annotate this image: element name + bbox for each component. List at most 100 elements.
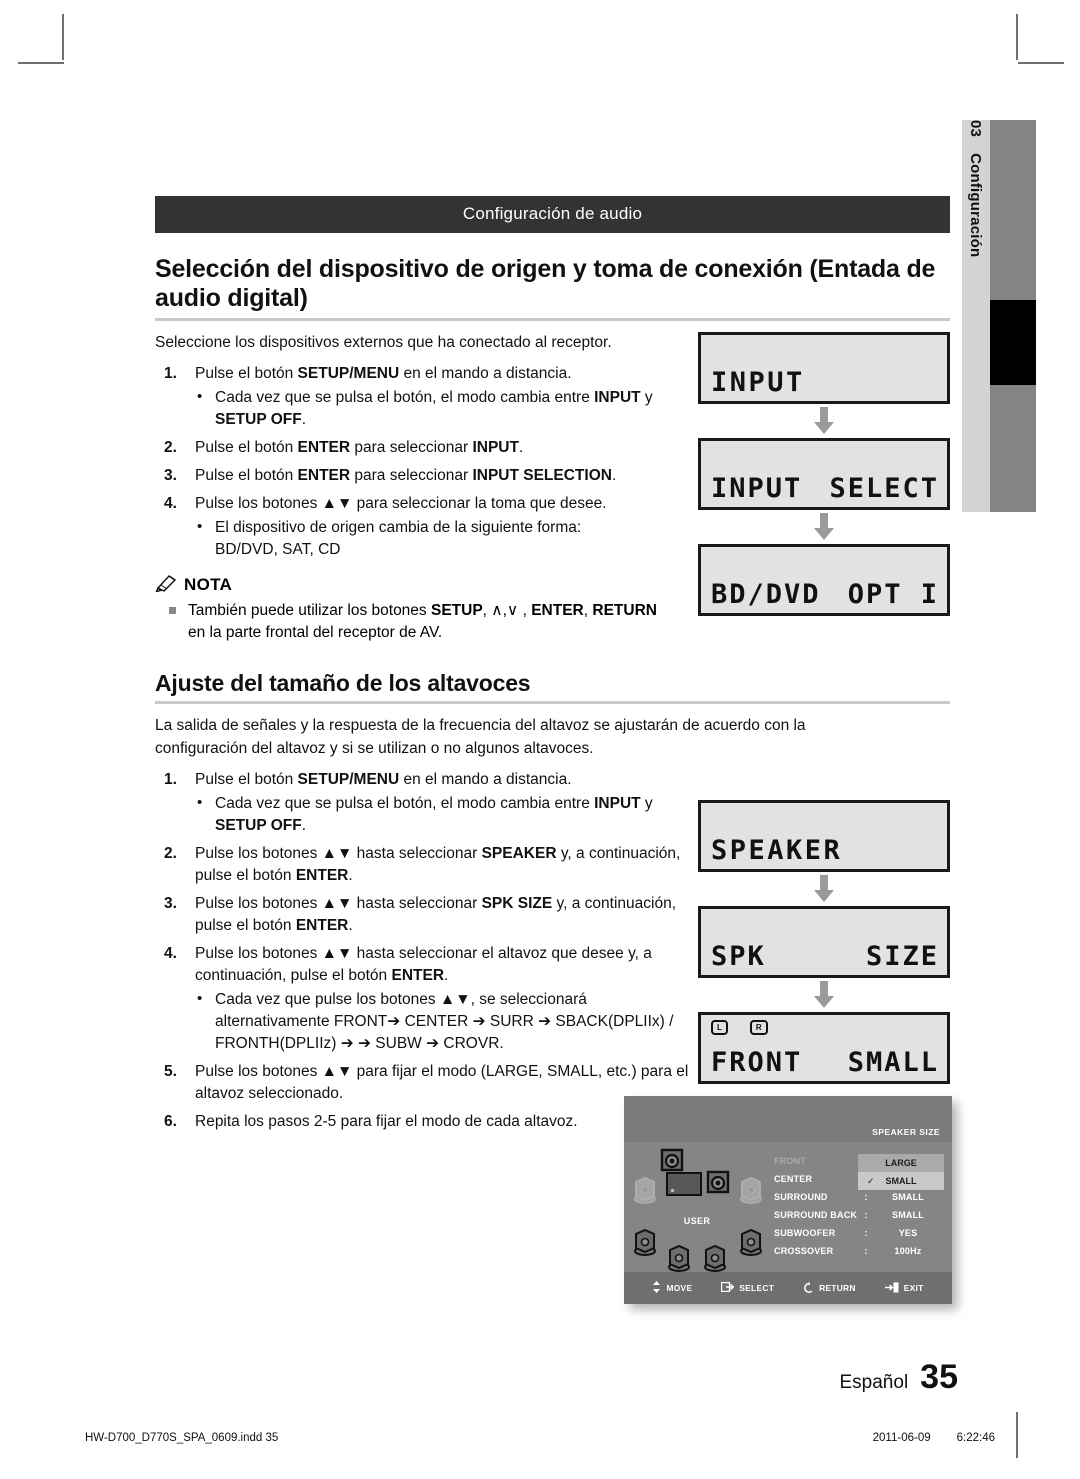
lcd-text-left: SPK xyxy=(711,941,766,972)
step-number: 2. xyxy=(164,845,177,863)
tv-icon xyxy=(666,1172,702,1196)
step-item: 4. Pulse los botones ▲▼ para seleccionar … xyxy=(155,493,675,561)
step-number: 6. xyxy=(164,1113,177,1131)
step-item: 5. Pulse los botones ▲▼ para fijar el mod… xyxy=(155,1061,695,1105)
lcd-text-left: FRONT xyxy=(711,1047,803,1078)
bullet-item: Cada vez que se pulsa el botón, el modo … xyxy=(195,792,695,837)
side-tab-label: Configuración xyxy=(967,153,985,258)
side-tab-black-marker xyxy=(990,300,1036,385)
exit-icon xyxy=(884,1282,899,1295)
step-text: Pulse los botones ▲▼ para seleccionar la… xyxy=(195,494,607,512)
speaker-icon-surround-back-left xyxy=(666,1242,692,1272)
lcd-text-right: SMALL xyxy=(847,1047,939,1078)
step-text: Pulse los botones ▲▼ para fijar el modo … xyxy=(195,1063,689,1103)
step-bullet-list: Cada vez que se pulsa el botón, el modo … xyxy=(195,386,675,431)
chapter-title-bar: Configuración de audio xyxy=(155,196,950,233)
step-bullet-list: Cada vez que se pulsa el botón, el modo … xyxy=(195,792,695,837)
lcd-display: INPUT xyxy=(698,332,950,404)
step-number: 5. xyxy=(164,1063,177,1081)
lcd-display: SPK SIZE xyxy=(698,906,950,978)
step-item: 3. Pulse el botón ENTER para seleccionar … xyxy=(155,465,675,487)
return-icon xyxy=(803,1281,814,1295)
osd-row-label: CENTER xyxy=(774,1174,813,1184)
step-item: 2. Pulse el botón ENTER para seleccionar … xyxy=(155,437,675,459)
osd-row-colon: : xyxy=(864,1228,868,1238)
lcd-flow-arrow xyxy=(698,872,950,906)
section1-heading: Selección del dispositivo de origen y to… xyxy=(155,255,936,312)
osd-row-value: SMALL xyxy=(892,1210,924,1220)
lcd-text: SPEAKER xyxy=(711,835,843,866)
osd-menu-row[interactable]: SURROUND: SMALL xyxy=(774,1188,944,1206)
speaker-icon-center-top xyxy=(660,1148,684,1172)
osd-row-colon: : xyxy=(864,1192,868,1202)
down-arrow-icon xyxy=(814,407,834,434)
lcd-text-left: INPUT xyxy=(711,473,803,504)
lcd-flow-arrow xyxy=(698,404,950,438)
step-number: 3. xyxy=(164,895,177,913)
bullet-item: Cada vez que pulse los botones ▲▼, se se… xyxy=(195,988,695,1055)
osd-dropdown-front[interactable]: LARGE ✓ SMALL xyxy=(858,1154,944,1190)
print-stamp: 2011-06-09 6:22:46 xyxy=(873,1432,995,1444)
bullet-item: El dispositivo de origen cambia de la si… xyxy=(195,516,675,561)
lcd-display: INPUT SELECT xyxy=(698,438,950,510)
speaker-icon-center-right xyxy=(706,1170,730,1194)
section2-heading: Ajuste del tamaño de los altavoces xyxy=(155,669,531,696)
down-arrow-icon xyxy=(814,875,834,902)
osd-action-select[interactable]: SELECT xyxy=(721,1281,774,1294)
step-text: Pulse los botones ▲▼ hasta seleccionar S… xyxy=(195,895,677,935)
osd-menu-list: FRONT CENTER SURROUND: SMALL SURROUND BACK: S… xyxy=(774,1152,944,1260)
note-label: NOTA xyxy=(184,575,233,595)
osd-row-colon: : xyxy=(864,1246,868,1256)
lcd-text-left: BD/DVD xyxy=(711,579,821,610)
crop-mark-top-left xyxy=(62,14,64,60)
lcd-text-right: OPT I xyxy=(847,579,939,610)
step-number: 1. xyxy=(164,364,177,382)
crop-mark-top-right-h xyxy=(1018,62,1064,64)
osd-speaker-size-screen: SPEAKER SIZE USER FRONT CENTER SURROUND … xyxy=(624,1096,952,1304)
speaker-icon-surround-left xyxy=(632,1226,658,1256)
step-item: 6. Repita los pasos 2-5 para fijar el mod… xyxy=(155,1111,695,1133)
step-bullet-list: Cada vez que pulse los botones ▲▼, se se… xyxy=(195,988,695,1055)
osd-menu-row[interactable]: CROSSOVER: 100Hz xyxy=(774,1242,944,1260)
speaker-icon-front-right-ghost xyxy=(738,1174,764,1204)
osd-dropdown-option[interactable]: ✓ SMALL xyxy=(858,1172,944,1190)
enter-icon xyxy=(721,1281,735,1294)
osd-row-label: FRONT xyxy=(774,1156,806,1166)
lcd-text: FRONT SMALL xyxy=(711,1049,939,1076)
lcd-text-right: SIZE xyxy=(865,941,939,972)
pencil-icon xyxy=(155,574,177,597)
osd-action-move[interactable]: MOVE xyxy=(652,1281,692,1295)
page-footer: Español 35 xyxy=(840,1358,959,1397)
step-number: 1. xyxy=(164,771,177,789)
print-filename: HW-D700_D770S_SPA_0609.indd 35 xyxy=(85,1432,279,1444)
lcd-display: L R FRONT SMALL xyxy=(698,1012,950,1084)
step-bullet-list: El dispositivo de origen cambia de la si… xyxy=(195,516,675,561)
osd-action-return[interactable]: RETURN xyxy=(803,1281,856,1295)
osd-action-exit[interactable]: EXIT xyxy=(884,1282,924,1295)
print-date: 2011-06-09 xyxy=(872,1432,931,1444)
section2-intro: La salida de señales y la respuesta de l… xyxy=(155,717,806,757)
section2-step-list: 1. Pulse el botón SETUP/MENU en el mando … xyxy=(155,769,695,1133)
check-icon: ✓ xyxy=(867,1175,875,1186)
osd-menu-row[interactable]: SUBWOOFER: YES xyxy=(774,1224,944,1242)
osd-row-value: 100Hz xyxy=(894,1246,922,1256)
osd-menu-row[interactable]: SURROUND BACK: SMALL xyxy=(774,1206,944,1224)
lcd-flow-arrow xyxy=(698,978,950,1012)
crop-mark-top-left-h xyxy=(18,62,64,64)
osd-dropdown-option-label: LARGE xyxy=(885,1158,917,1168)
osd-row-label: CROSSOVER xyxy=(774,1246,834,1256)
step-number: 4. xyxy=(164,945,177,963)
lcd-text: SPK SIZE xyxy=(711,943,939,970)
step-item: 1. Pulse el botón SETUP/MENU en el mando … xyxy=(155,363,675,431)
step-number: 2. xyxy=(164,438,177,456)
chapter-side-tab: 03 Configuración xyxy=(962,120,1036,512)
speaker-icon-surround-right xyxy=(738,1226,764,1256)
osd-row-value: YES xyxy=(898,1228,918,1238)
osd-dropdown-option[interactable]: LARGE xyxy=(858,1154,944,1172)
section2-rule xyxy=(155,701,950,705)
step-item: 1. Pulse el botón SETUP/MENU en el mando … xyxy=(155,769,695,837)
note-item: También puede utilizar los botones SETUP… xyxy=(155,600,675,644)
lcd-display: SPEAKER xyxy=(698,800,950,872)
updown-arrow-icon xyxy=(652,1281,661,1295)
side-tab-text: 03 Configuración xyxy=(962,120,990,512)
